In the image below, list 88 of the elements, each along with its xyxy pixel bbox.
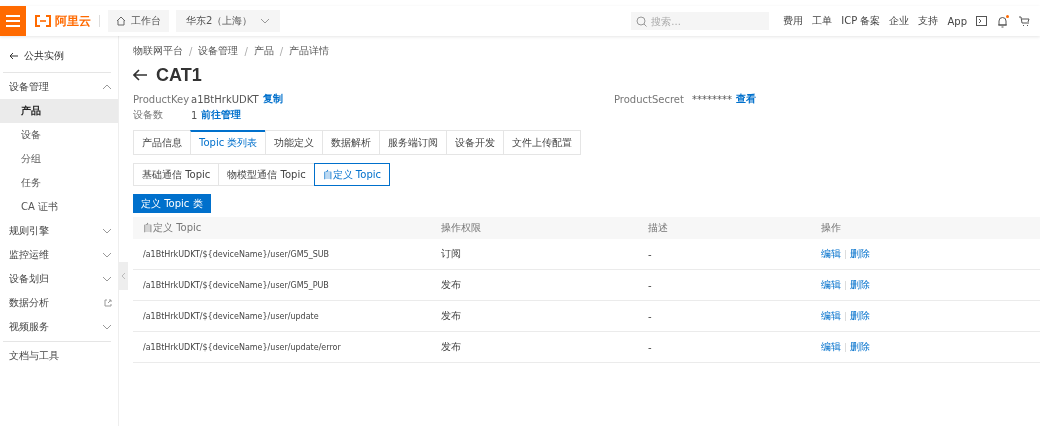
home-icon	[116, 16, 126, 26]
sidebar-item[interactable]: 产品	[0, 99, 118, 123]
sidebar-item[interactable]: 文档与工具	[0, 344, 118, 368]
info-label: 设备数	[133, 108, 164, 122]
tab[interactable]: 自定义 Topic	[313, 163, 391, 186]
tab[interactable]: Topic 类列表	[190, 130, 266, 154]
tab[interactable]: 文件上传配置	[503, 130, 582, 154]
top-link[interactable]: ICP 备案	[841, 14, 881, 28]
table-cell-text: 发布	[440, 309, 462, 323]
table-cell-text: /a1BtHrkUDKT/${deviceName}/user/GM5_PUB	[142, 280, 330, 290]
table-cell-text: -	[647, 341, 653, 353]
cart-icon	[1019, 15, 1030, 27]
action-link[interactable]: 编辑	[821, 278, 841, 292]
column-header: 操作	[820, 221, 842, 235]
info-value: 1	[191, 109, 198, 121]
action-link[interactable]: 删除	[850, 340, 870, 354]
info-value: a1BtHrkUDKT	[191, 93, 259, 105]
table-cell-text: 订阅	[440, 247, 462, 261]
info-label: ProductKey	[133, 93, 191, 105]
breadcrumb-separator: /	[189, 45, 193, 57]
info-label: ProductSecret	[614, 93, 685, 105]
breadcrumb-link[interactable]: 设备管理	[198, 44, 239, 58]
chevron-icon	[260, 17, 271, 25]
top-link[interactable]: App	[947, 15, 967, 27]
breadcrumb-separator: /	[244, 45, 248, 57]
table-cell-text: -	[647, 248, 653, 260]
breadcrumb-link[interactable]: 产品	[253, 44, 274, 58]
action-link[interactable]: 删除	[850, 309, 870, 323]
info-link[interactable]: 前往管理	[201, 108, 242, 122]
chevron-left-icon	[121, 272, 126, 280]
external-link-icon	[104, 299, 112, 307]
sidebar-item[interactable]: 分组	[0, 147, 118, 171]
tab[interactable]: 基础通信 Topic	[133, 163, 219, 186]
sidebar-item[interactable]: 设备	[0, 123, 118, 147]
sidebar-item[interactable]: 规则引擎	[0, 219, 118, 243]
top-link[interactable]: 工单	[812, 14, 833, 28]
back-arrow-icon	[9, 52, 19, 60]
action-link[interactable]: 删除	[850, 247, 870, 261]
sidebar-item[interactable]: 设备划归	[0, 267, 118, 291]
breadcrumb-separator: /	[279, 45, 284, 57]
breadcrumb-link[interactable]: 产品详情	[289, 44, 330, 58]
define-topic-button[interactable]: 定义 Topic 类	[133, 194, 211, 213]
table-cell-text: -	[647, 310, 653, 322]
column-header: 操作权限	[440, 221, 482, 235]
table-cell-text: /a1BtHrkUDKT/${deviceName}/user/update/error	[142, 342, 342, 352]
workbench-button[interactable]: 工作台	[108, 10, 169, 32]
top-link[interactable]: 费用	[783, 14, 804, 28]
region-dropdown[interactable]: 华东2（上海）	[176, 10, 281, 32]
info-value: ********	[692, 93, 732, 105]
info-link[interactable]: 查看	[736, 92, 756, 106]
table-cell-text: /a1BtHrkUDKT/${deviceName}/user/update	[142, 311, 320, 321]
table-cell-text: 发布	[440, 340, 462, 354]
tab[interactable]: 数据解析	[322, 130, 380, 154]
sidebar-item[interactable]: 视频服务	[0, 315, 118, 339]
logo-text: 阿里云	[55, 12, 91, 30]
tab[interactable]: 物模型通信 Topic	[218, 163, 314, 186]
top-link[interactable]: 支持	[918, 14, 939, 28]
back-arrow-icon	[133, 69, 148, 81]
table-cell-text: 发布	[440, 278, 462, 292]
sidebar-item[interactable]: 设备管理	[0, 75, 118, 99]
page-title: CAT1	[156, 64, 202, 86]
top-link[interactable]: 企业	[889, 14, 910, 28]
sidebar-item[interactable]: 任务	[0, 171, 118, 195]
tab[interactable]: 功能定义	[265, 130, 323, 154]
back-button[interactable]	[133, 69, 148, 81]
tab[interactable]: 设备开发	[446, 130, 504, 154]
table-cell-text: -	[647, 279, 653, 291]
menu-button[interactable]	[0, 6, 26, 36]
collapse-handle[interactable]	[119, 262, 128, 290]
back-link[interactable]: 公共实例	[0, 42, 118, 70]
action-link[interactable]: 编辑	[821, 309, 841, 323]
action-link[interactable]: 编辑	[821, 247, 841, 261]
search-icon	[636, 16, 648, 27]
menu-icon	[6, 15, 20, 27]
sidebar-item[interactable]: CA 证书	[0, 195, 118, 219]
column-header: 自定义 Topic	[142, 221, 203, 235]
breadcrumb-link[interactable]: 物联网平台	[133, 44, 183, 58]
tab[interactable]: 服务端订阅	[379, 130, 447, 154]
info-link[interactable]: 复制	[262, 92, 283, 106]
action-link[interactable]: 删除	[850, 278, 870, 292]
column-header: 描述	[647, 221, 669, 235]
search-field[interactable]: 搜索...	[631, 12, 770, 30]
sidebar-item[interactable]: 数据分析	[0, 291, 118, 315]
terminal-icon	[976, 16, 987, 26]
table-cell-text: /a1BtHrkUDKT/${deviceName}/user/GM5_SUB	[142, 249, 331, 259]
action-link[interactable]: 编辑	[821, 340, 841, 354]
logo-icon	[34, 15, 52, 27]
sidebar-item[interactable]: 监控运维	[0, 243, 118, 267]
